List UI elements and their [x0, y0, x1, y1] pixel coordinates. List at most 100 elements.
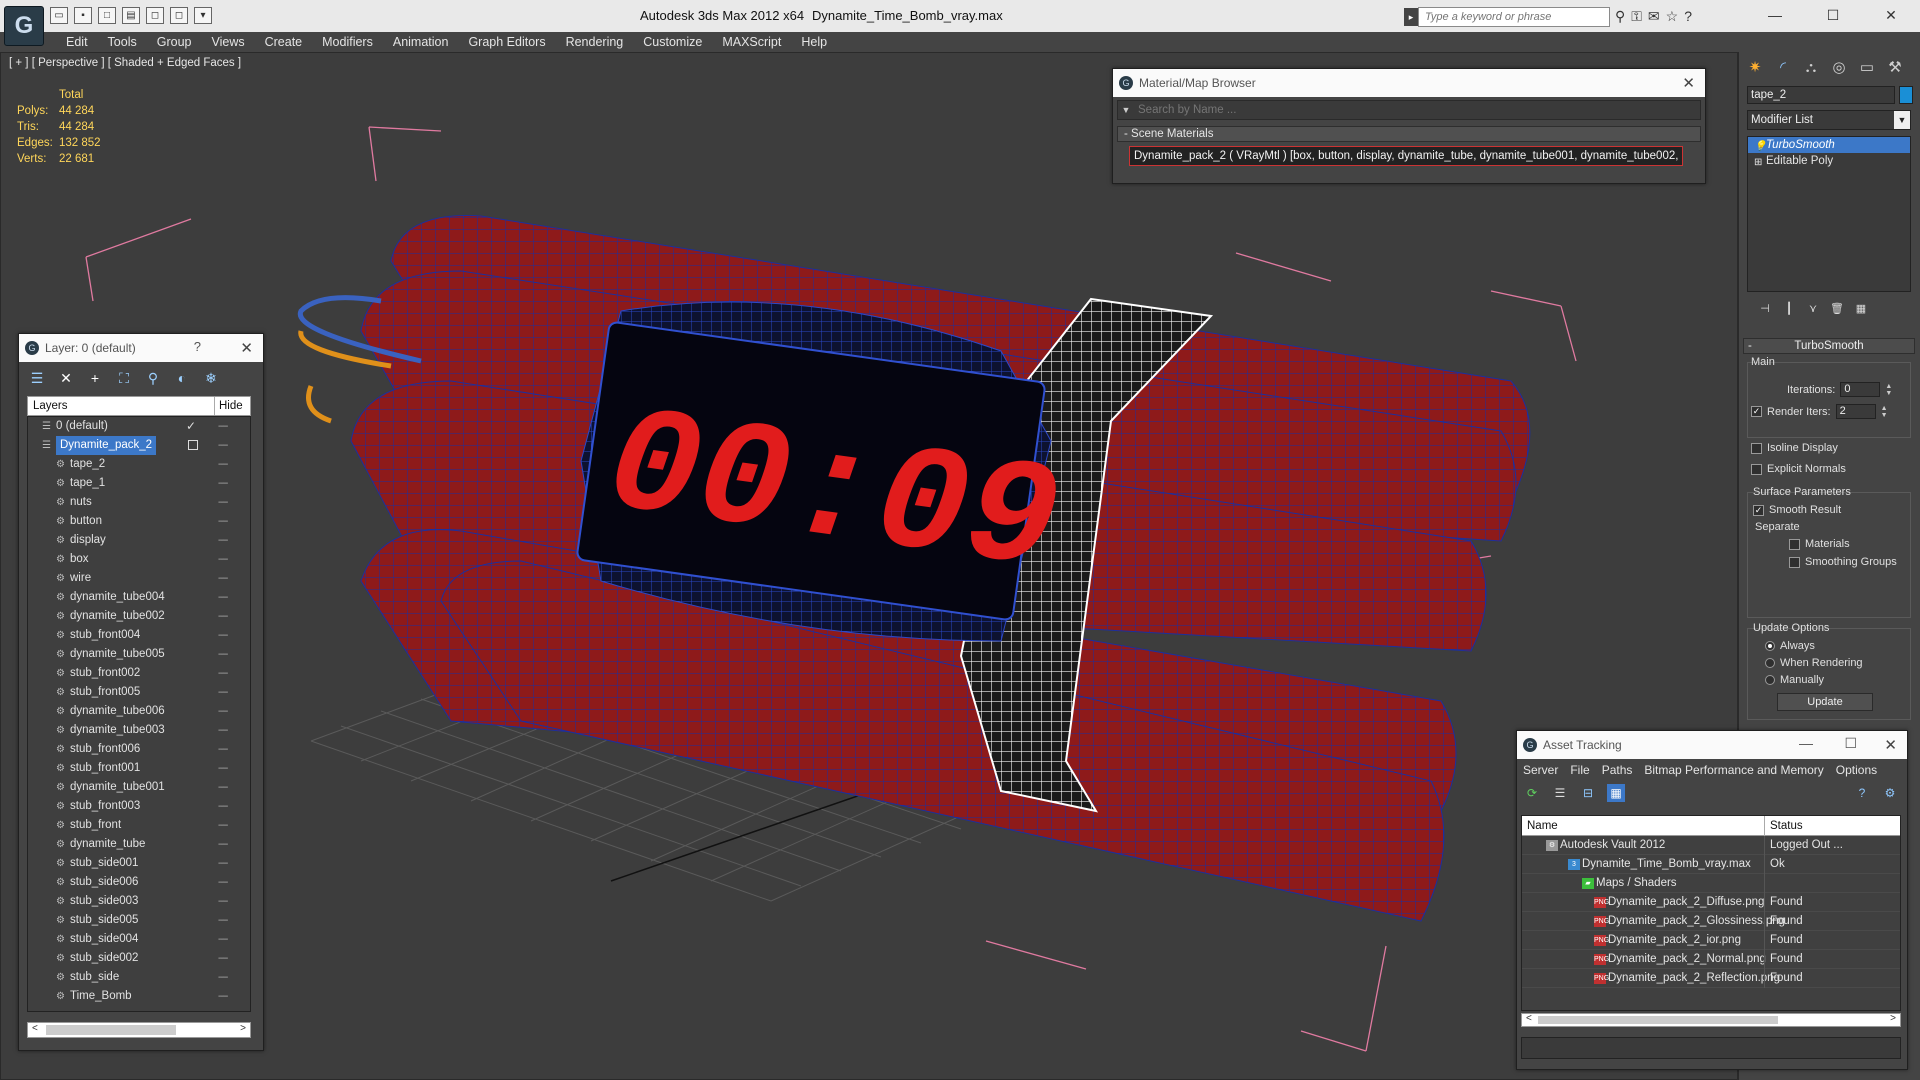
hide-toggle[interactable]: ---- [218, 664, 228, 683]
layer-object-row[interactable]: ⚙ dynamite_tube002 ---- [28, 607, 250, 626]
current-layer-check-icon[interactable]: ✓ [186, 417, 196, 436]
layer-object-row[interactable]: ⚙ stub_front006 ---- [28, 740, 250, 759]
render-iters-checkbox[interactable]: ✓ [1751, 406, 1762, 417]
menu-customize[interactable]: Customize [633, 32, 712, 52]
explicit-normals-checkbox[interactable] [1751, 463, 1762, 475]
menu-modifiers[interactable]: Modifiers [312, 32, 383, 52]
spinner-arrows-icon[interactable]: ▲ ▼ [1885, 383, 1893, 397]
hide-toggle[interactable]: ---- [218, 569, 228, 588]
open-icon[interactable]: ▭ [50, 7, 68, 24]
motion-tab-icon[interactable]: ◎ [1829, 58, 1849, 78]
hide-toggle[interactable]: ---- [218, 759, 228, 778]
layer-row[interactable]: ☰ Dynamite_pack_2 ---- [28, 436, 250, 455]
hide-all-icon[interactable]: ◐ [172, 368, 192, 388]
smoothing-groups-checkbox[interactable] [1789, 556, 1800, 568]
layer-object-row[interactable]: ⚙ stub_side ---- [28, 968, 250, 987]
viewport-label[interactable]: [ + ] [ Perspective ] [ Shaded + Edged F… [9, 57, 241, 69]
modify-tab-icon[interactable]: ◜ [1773, 58, 1793, 78]
binoculars-icon[interactable]: ⚲ [1615, 8, 1625, 25]
hide-toggle[interactable]: ---- [218, 911, 228, 930]
hide-toggle[interactable]: ---- [218, 436, 228, 455]
scroll-left-icon[interactable]: < [32, 1023, 38, 1034]
object-name-field[interactable]: tape_2 [1747, 86, 1895, 104]
asset-row[interactable]: ▰ Maps / Shaders [1522, 874, 1900, 893]
scroll-thumb[interactable] [1538, 1016, 1778, 1024]
hide-toggle[interactable]: ---- [218, 892, 228, 911]
close-icon[interactable]: ✕ [1884, 736, 1897, 754]
hide-column-header[interactable]: Hide [214, 397, 243, 415]
display-tab-icon[interactable]: ▭ [1857, 58, 1877, 78]
hide-toggle[interactable]: ---- [218, 683, 228, 702]
delete-layer-icon[interactable]: ✕ [56, 368, 76, 388]
hide-toggle[interactable]: ---- [218, 455, 228, 474]
status-column-header[interactable]: Status [1764, 816, 1803, 836]
render-iters-spinner[interactable]: 2 [1835, 404, 1876, 419]
save-icon[interactable]: ▪ [74, 7, 92, 24]
select-objects-icon[interactable]: ⛶ [114, 368, 134, 388]
smooth-result-checkbox[interactable]: ✓ [1753, 504, 1764, 516]
hide-toggle[interactable]: ---- [218, 835, 228, 854]
layer-object-row[interactable]: ⚙ dynamite_tube ---- [28, 835, 250, 854]
close-icon[interactable]: ✕ [240, 339, 253, 357]
chevron-down-icon[interactable]: ▾ [194, 7, 212, 24]
layer-object-row[interactable]: ⚙ stub_front005 ---- [28, 683, 250, 702]
iterations-spinner[interactable]: 0 [1840, 382, 1881, 397]
layer-object-row[interactable]: ⚙ stub_front004 ---- [28, 626, 250, 645]
layer-object-row[interactable]: ⚙ dynamite_tube004 ---- [28, 588, 250, 607]
hide-toggle[interactable]: ---- [218, 550, 228, 569]
app-logo-button[interactable]: G [4, 6, 44, 46]
material-search-input[interactable] [1134, 101, 1700, 119]
layer-manager-titlebar[interactable]: G Layer: 0 (default) ? ✕ [19, 334, 263, 362]
menu-maxscript[interactable]: MAXScript [712, 32, 791, 52]
hide-toggle[interactable]: ---- [218, 740, 228, 759]
layer-object-row[interactable]: ⚙ stub_side002 ---- [28, 949, 250, 968]
chevron-down-icon[interactable]: ▼ [1894, 111, 1910, 129]
hide-toggle[interactable]: ---- [218, 493, 228, 512]
layer-object-row[interactable]: ⚙ dynamite_tube005 ---- [28, 645, 250, 664]
layer-object-row[interactable]: ⚙ wire ---- [28, 569, 250, 588]
layer-object-row[interactable]: ⚙ stub_front ---- [28, 816, 250, 835]
pin-stack-icon[interactable]: ⊣ [1757, 302, 1773, 318]
refresh-icon[interactable]: ⟳ [1523, 784, 1541, 802]
asset-row[interactable]: PNG Dynamite_pack_2_ior.png Found [1522, 931, 1900, 950]
layer-object-row[interactable]: ⚙ nuts ---- [28, 493, 250, 512]
table-view-icon[interactable]: ▦ [1607, 784, 1625, 802]
hierarchy-tab-icon[interactable]: ⛬ [1801, 58, 1821, 78]
hide-toggle[interactable]: ---- [218, 721, 228, 740]
list-view-icon[interactable]: ☰ [1551, 784, 1569, 802]
close-icon[interactable]: ✕ [1862, 0, 1920, 30]
hide-toggle[interactable]: ---- [218, 949, 228, 968]
layer-object-row[interactable]: ⚙ Time_Bomb ---- [28, 987, 250, 1006]
utilities-tab-icon[interactable]: ⚒ [1885, 58, 1905, 78]
help-icon[interactable]: ? [1853, 784, 1871, 802]
layer-object-row[interactable]: ⚙ stub_front002 ---- [28, 664, 250, 683]
minimize-icon[interactable]: — [1746, 0, 1804, 30]
manually-radio[interactable] [1765, 675, 1775, 685]
scroll-right-icon[interactable]: > [1890, 1013, 1896, 1024]
layer-object-row[interactable]: ⚙ dynamite_tube001 ---- [28, 778, 250, 797]
layer-row[interactable]: ☰ 0 (default) ✓ ---- [28, 417, 250, 436]
help-icon[interactable]: ? [1684, 8, 1692, 25]
highlight-layer-icon[interactable]: ⚲ [143, 368, 163, 388]
asset-menu-file[interactable]: File [1570, 759, 1589, 781]
close-icon[interactable]: ✕ [1682, 74, 1695, 92]
filter-dropdown-icon[interactable]: ▼ [1118, 105, 1134, 115]
isoline-checkbox[interactable] [1751, 442, 1762, 454]
layer-object-row[interactable]: ⚙ stub_side001 ---- [28, 854, 250, 873]
make-unique-icon[interactable]: ⋎ [1805, 302, 1821, 318]
asset-row[interactable]: PNG Dynamite_pack_2_Glossiness.png Found [1522, 912, 1900, 931]
material-item[interactable]: Dynamite_pack_2 ( VRayMtl ) [box, button… [1129, 146, 1683, 166]
layer-object-row[interactable]: ⚙ dynamite_tube003 ---- [28, 721, 250, 740]
modifier-list-dropdown[interactable]: Modifier List ▼ [1747, 110, 1911, 130]
menu-edit[interactable]: Edit [56, 32, 98, 52]
hide-toggle[interactable]: ---- [218, 531, 228, 550]
configure-sets-icon[interactable]: ▦ [1853, 302, 1869, 318]
new-layer-icon[interactable]: ☰ [27, 368, 47, 388]
hold-icon[interactable]: ▤ [122, 7, 140, 24]
scroll-thumb[interactable] [46, 1025, 176, 1035]
menu-tools[interactable]: Tools [98, 32, 147, 52]
stack-item-editable-poly[interactable]: ⊞ Editable Poly [1748, 153, 1910, 169]
asset-horizontal-scrollbar[interactable]: < > [1521, 1013, 1901, 1027]
undo-icon[interactable]: ◻ [146, 7, 164, 24]
hide-toggle[interactable]: ---- [218, 417, 228, 436]
